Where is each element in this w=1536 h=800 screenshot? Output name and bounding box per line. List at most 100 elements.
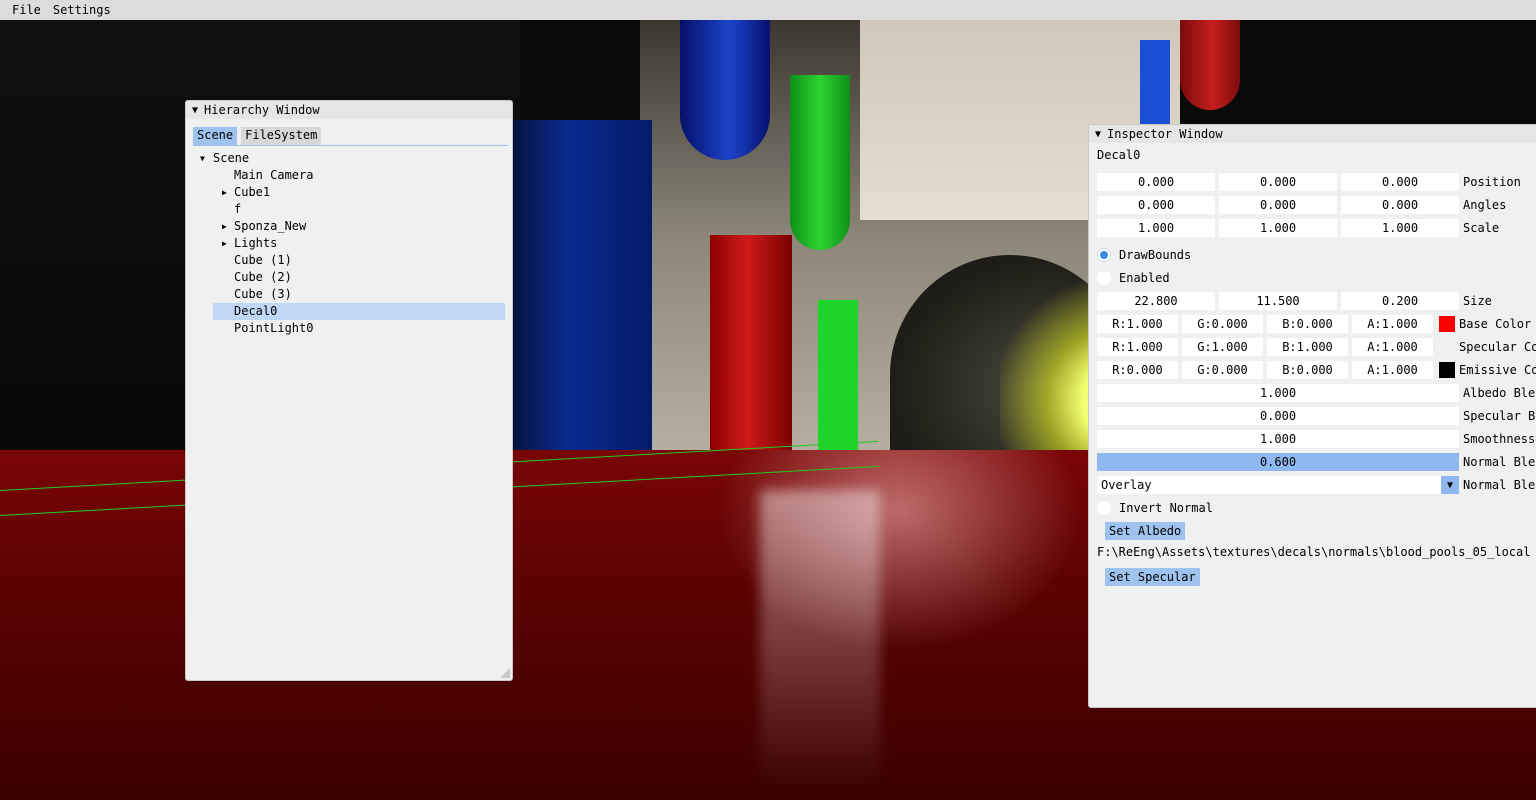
drawbounds-row[interactable]: DrawBounds [1097,245,1191,265]
invert-normal-radio[interactable] [1097,501,1111,515]
emissive-color-r-field[interactable]: R:0.000 [1097,361,1178,379]
base-color-row: R:1.000 G:0.000 B:0.000 A:1.000 Base Col… [1097,314,1531,334]
base-color-a-field[interactable]: A:1.000 [1352,315,1433,333]
tab-underline [193,145,508,146]
specular-color-b-field[interactable]: B:1.000 [1267,338,1348,356]
specular-blend-slider[interactable]: 0.000 [1097,407,1459,425]
specular-color-r-field[interactable]: R:1.000 [1097,338,1178,356]
hierarchy-title: Hierarchy Window [204,103,320,117]
drawbounds-radio[interactable] [1097,248,1111,262]
emissive-color-label: Emissive Co [1459,363,1536,377]
size-x-field[interactable]: 22.800 [1097,292,1215,310]
specular-color-label: Specular Co [1459,340,1536,354]
position-z-field[interactable]: 0.000 [1341,173,1459,191]
tree-item-label: Decal0 [234,304,278,318]
angles-y-field[interactable]: 0.000 [1219,196,1337,214]
specular-color-swatch[interactable] [1439,339,1455,355]
tree-item-main-camera[interactable]: Main Camera [186,167,512,184]
base-color-swatch[interactable] [1439,316,1455,332]
tree-item-label: Sponza_New [234,219,307,233]
dropdown-arrow-icon[interactable]: ▼ [1441,476,1459,494]
expand-arrow-icon[interactable]: ▶ [222,184,227,201]
specular-color-row: R:1.000 G:1.000 B:1.000 A:1.000 Specular… [1097,337,1536,357]
emissive-color-b-field[interactable]: B:0.000 [1267,361,1348,379]
invert-normal-label: Invert Normal [1119,501,1213,515]
angles-x-field[interactable]: 0.000 [1097,196,1215,214]
emissive-color-row: R:0.000 G:0.000 B:0.000 A:1.000 Emissive… [1097,360,1536,380]
base-color-b-field[interactable]: B:0.000 [1267,315,1348,333]
tree-item-sponza-new[interactable]: ▶ Sponza_New [186,218,512,235]
size-row: 22.800 11.500 0.200 Size [1097,291,1492,311]
viewport-green-curtain [818,300,858,460]
hierarchy-tabs: Scene FileSystem [186,119,512,145]
expand-arrow-icon[interactable]: ▼ [200,150,205,167]
smoothness-label: Smoothness [1463,432,1536,446]
albedo-blend-row: 1.000 Albedo Ble [1097,383,1535,403]
specular-blend-row: 0.000 Specular Bl [1097,406,1536,426]
menu-file[interactable]: File [6,0,47,20]
scale-y-field[interactable]: 1.000 [1219,219,1337,237]
normal-path-row: F:\ReEng\Assets\textures\decals\normals\… [1097,542,1536,562]
collapse-triangle-icon[interactable]: ▼ [1095,129,1101,140]
menu-settings[interactable]: Settings [47,0,117,20]
size-z-field[interactable]: 0.200 [1341,292,1459,310]
tree-item-label: Cube1 [234,185,271,199]
tree-item-label: Main Camera [234,168,314,182]
object-name: Decal0 [1097,148,1141,162]
emissive-color-g-field[interactable]: G:0.000 [1182,361,1263,379]
tree-item-label: Scene [213,151,250,165]
expand-arrow-icon[interactable]: ▶ [222,235,227,252]
albedo-blend-slider[interactable]: 1.000 [1097,384,1459,402]
enabled-row[interactable]: Enabled [1097,268,1170,288]
normal-texture-path: F:\ReEng\Assets\textures\decals\normals\… [1097,545,1531,559]
angles-row: 0.000 0.000 0.000 Angles [1097,195,1506,215]
tree-item-cube-2[interactable]: Cube (2) [186,269,512,286]
scale-z-field[interactable]: 1.000 [1341,219,1459,237]
base-color-g-field[interactable]: G:0.000 [1182,315,1263,333]
size-y-field[interactable]: 11.500 [1219,292,1337,310]
tab-filesystem[interactable]: FileSystem [241,127,322,145]
emissive-color-swatch[interactable] [1439,362,1455,378]
hierarchy-title-bar[interactable]: ▼ Hierarchy Window [186,101,512,119]
viewport-green-banner [790,75,850,250]
scale-x-field[interactable]: 1.000 [1097,219,1215,237]
invert-normal-row[interactable]: Invert Normal [1097,498,1213,518]
enabled-label: Enabled [1119,271,1170,285]
collapse-triangle-icon[interactable]: ▼ [192,105,198,116]
tree-item-cube-1[interactable]: Cube (1) [186,252,512,269]
base-color-r-field[interactable]: R:1.000 [1097,315,1178,333]
smoothness-slider[interactable]: 1.000 [1097,430,1459,448]
specular-blend-label: Specular Bl [1463,409,1536,423]
expand-arrow-icon[interactable]: ▶ [222,218,227,235]
tree-item-decal0[interactable]: Decal0 [213,303,505,320]
position-y-field[interactable]: 0.000 [1219,173,1337,191]
tree-item-cube-3[interactable]: Cube (3) [186,286,512,303]
enabled-radio[interactable] [1097,271,1111,285]
resize-grip-icon[interactable] [500,668,510,678]
tree-item-pointlight0[interactable]: PointLight0 [186,320,512,337]
angles-z-field[interactable]: 0.000 [1341,196,1459,214]
scene-tree: ▼ Scene Main Camera ▶ Cube1 f ▶ Sponza_N… [186,150,512,337]
tree-item-scene[interactable]: ▼ Scene [186,150,512,167]
specular-color-g-field[interactable]: G:1.000 [1182,338,1263,356]
tree-item-f[interactable]: f [186,201,512,218]
normal-blend-mode-dropdown[interactable]: Overlay ▼ [1097,476,1459,494]
specular-color-a-field[interactable]: A:1.000 [1352,338,1433,356]
albedo-blend-label: Albedo Ble [1463,386,1536,400]
tree-item-label: Lights [234,236,278,250]
inspector-title: Inspector Window [1107,127,1223,141]
inspector-title-bar[interactable]: ▼ Inspector Window [1089,125,1536,143]
scale-label: Scale [1463,221,1500,235]
set-specular-button[interactable]: Set Specular [1105,568,1200,586]
normal-blend-row: 0.600 Normal Ble [1097,452,1535,472]
normal-blend-slider[interactable]: 0.600 [1097,453,1459,471]
drawbounds-label: DrawBounds [1119,248,1192,262]
position-x-field[interactable]: 0.000 [1097,173,1215,191]
emissive-color-a-field[interactable]: A:1.000 [1352,361,1433,379]
tree-item-lights[interactable]: ▶ Lights [186,235,512,252]
tree-item-cube1[interactable]: ▶ Cube1 [186,184,512,201]
set-albedo-button[interactable]: Set Albedo [1105,522,1186,540]
tab-scene[interactable]: Scene [193,127,238,145]
tree-item-label: PointLight0 [234,321,314,335]
viewport-blue-curtain [512,120,652,490]
